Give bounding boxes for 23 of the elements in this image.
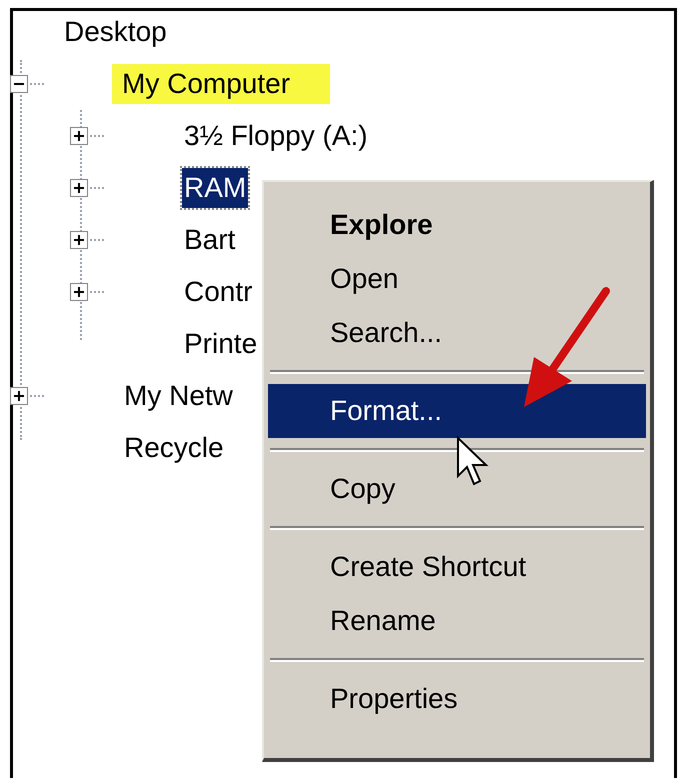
minus-icon[interactable]: [10, 75, 28, 93]
plus-icon[interactable]: [10, 387, 28, 405]
menu-item[interactable]: Rename: [268, 594, 646, 648]
tree-item[interactable]: Desktop: [62, 12, 169, 52]
tree-item[interactable]: Contr: [182, 272, 254, 312]
tree-item[interactable]: Printe: [182, 324, 260, 364]
menu-item[interactable]: Search...: [268, 306, 646, 360]
plus-icon[interactable]: [70, 283, 88, 301]
menu-item[interactable]: Create Shortcut: [268, 540, 646, 594]
plus-icon[interactable]: [70, 231, 88, 249]
plus-icon[interactable]: [70, 127, 88, 145]
menu-item[interactable]: Properties: [268, 672, 646, 726]
tree-item[interactable]: RAM: [182, 168, 248, 208]
menu-item[interactable]: Explore: [268, 198, 646, 252]
menu-item[interactable]: Format...: [268, 384, 646, 438]
tree-item[interactable]: My Netw: [122, 376, 235, 416]
tree-item[interactable]: Bart: [182, 220, 238, 260]
tree-item[interactable]: Recycle: [122, 428, 226, 468]
tree-item[interactable]: 3½ Floppy (A:): [182, 116, 370, 156]
tree-item[interactable]: My Computer: [112, 64, 330, 104]
menu-item[interactable]: Open: [268, 252, 646, 306]
menu-item[interactable]: Copy: [268, 462, 646, 516]
plus-icon[interactable]: [70, 179, 88, 197]
